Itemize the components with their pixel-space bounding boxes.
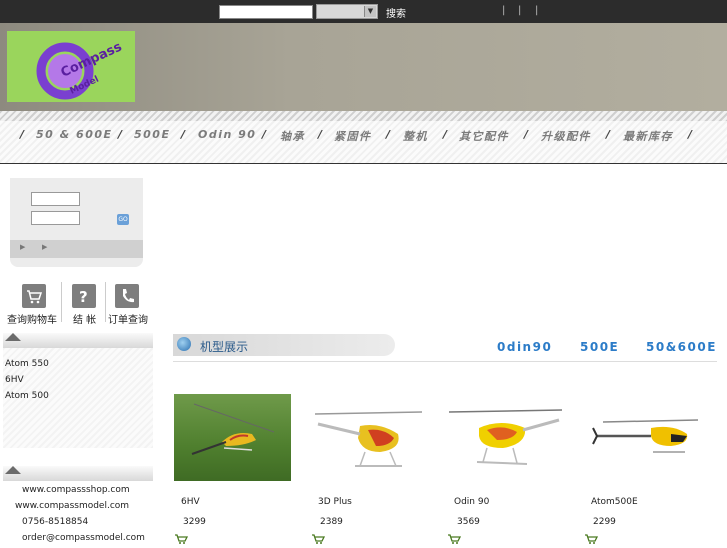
nav-divider: / [443,128,448,141]
username-field[interactable] [31,192,80,206]
arrow-right-icon[interactable]: ▶ [20,243,25,251]
compass-model-logo[interactable]: Compass Model [7,31,135,102]
question-icon[interactable]: ? [72,284,96,308]
product-price: 2299 [593,517,616,527]
login-links-bar [10,240,143,258]
nav-item-latest-stock[interactable]: 最新库存 [623,128,673,144]
triangle-icon [5,466,21,474]
contact-email[interactable]: order@compassmodel.com [22,533,145,543]
section-title: 机型展示 [200,340,249,354]
add-to-cart-icon[interactable] [174,533,189,545]
order-lookup-link[interactable]: 订单查询 [108,311,148,326]
tab-odin90[interactable]: 0din90 [497,340,552,354]
product-image[interactable] [447,394,564,481]
add-to-cart-icon[interactable] [447,533,462,545]
nav-divider: / [386,128,391,141]
search-category-select[interactable]: ▼ [316,4,378,19]
nav-item-upgrade-parts[interactable]: 升级配件 [541,128,591,144]
cart-icon[interactable] [22,284,46,308]
nav-divider: / [524,128,529,141]
add-to-cart-icon[interactable] [584,533,599,545]
product-image[interactable] [310,394,427,481]
divider [61,282,62,322]
nav-divider: / [318,128,323,141]
nav-item-500e[interactable]: 500E [134,128,170,141]
sidebar-item-atom550[interactable]: Atom 550 [5,359,49,369]
nav-item-other-parts[interactable]: 其它配件 [459,128,509,144]
nav-divider: / [688,128,693,141]
triangle-icon [5,333,21,341]
nav-divider: / [606,128,611,141]
login-go-button[interactable]: GO [117,214,129,225]
sidebar-models-header [3,333,153,348]
nav-item-50-600e[interactable]: 50 & 600E [36,128,113,141]
separator: | [535,5,539,16]
nav-divider: / [262,128,267,141]
separator: | [502,5,506,16]
password-field[interactable] [31,211,80,225]
product-name[interactable]: 3D Plus [318,497,352,507]
product-image[interactable] [583,394,700,481]
globe-icon [177,337,191,351]
product-name[interactable]: Atom500E [591,497,638,507]
sidebar-contact-header [3,466,153,481]
product-price: 2389 [320,517,343,527]
sidebar-item-6hv[interactable]: 6HV [5,375,24,385]
tab-50-600e[interactable]: 50&600E [646,340,717,354]
product-price: 3569 [457,517,480,527]
sidebar-item-atom500[interactable]: Atom 500 [5,391,49,401]
contact-website[interactable]: www.compassmodel.com [15,501,129,511]
phone-icon[interactable] [115,284,139,308]
nav-divider: / [181,128,186,141]
nav-divider: / [20,128,25,141]
product-name[interactable]: Odin 90 [454,497,489,507]
separator: | [518,5,522,16]
svg-text:?: ? [79,288,88,306]
divider [173,361,717,362]
contact-website[interactable]: www.compassshop.com [22,485,130,495]
product-image[interactable] [174,394,291,481]
add-to-cart-icon[interactable] [311,533,326,545]
search-button[interactable]: 搜索 [386,5,406,20]
nav-item-odin90[interactable]: Odin 90 [198,128,256,141]
checkout-link[interactable]: 结 帐 [73,311,96,326]
search-input[interactable] [219,5,313,19]
contact-phone: 0756-8518854 [22,517,89,527]
nav-divider: / [118,128,123,141]
arrow-right-icon[interactable]: ▶ [42,243,47,251]
view-cart-link[interactable]: 查询购物车 [7,311,57,326]
nav-item-complete-models[interactable]: 整机 [403,128,428,144]
nav-item-bearings[interactable]: 轴承 [280,128,305,144]
chevron-down-icon[interactable]: ▼ [364,6,376,17]
tab-500e[interactable]: 500E [580,340,619,354]
nav-decorative-strip [0,111,727,121]
product-name[interactable]: 6HV [181,497,200,507]
nav-item-fasteners[interactable]: 紧固件 [334,128,372,144]
divider [105,282,106,322]
product-price: 3299 [183,517,206,527]
